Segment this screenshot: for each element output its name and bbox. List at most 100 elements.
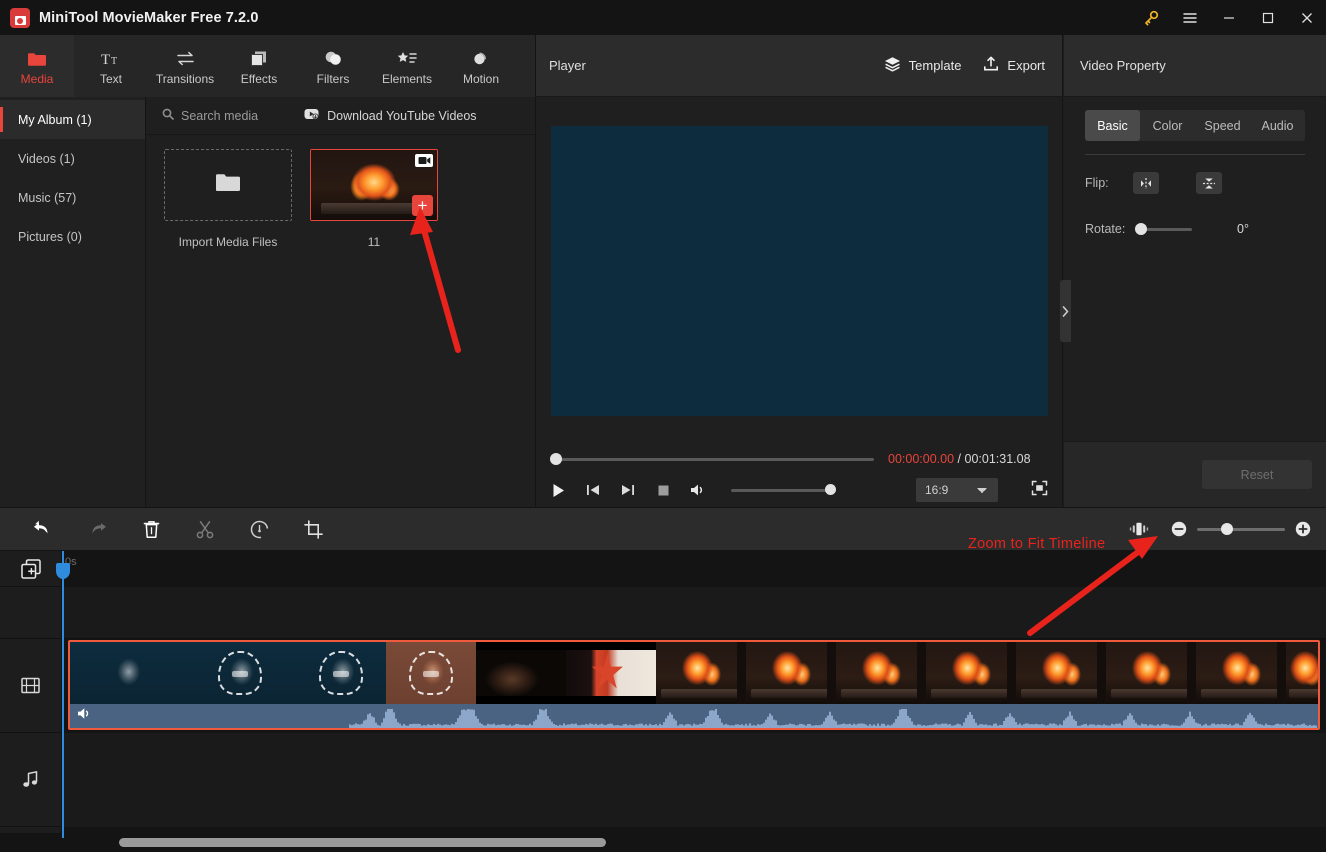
- media-item[interactable]: + 11: [310, 149, 438, 507]
- chevron-right-icon[interactable]: [1060, 280, 1071, 342]
- music-track-icon[interactable]: [0, 733, 61, 827]
- clip-audio-waveform[interactable]: [70, 704, 1318, 728]
- play-icon[interactable]: [550, 482, 566, 498]
- template-button[interactable]: Template: [884, 56, 961, 75]
- nav-item-media[interactable]: Media: [0, 35, 74, 97]
- music-track[interactable]: [62, 733, 1326, 827]
- video-preview-canvas[interactable]: [550, 125, 1048, 416]
- reset-button[interactable]: Reset: [1202, 460, 1312, 489]
- subtitle-track[interactable]: [62, 587, 1326, 639]
- nav-item-motion[interactable]: Motion: [444, 35, 518, 97]
- timeline-hscroll-thumb[interactable]: [119, 838, 606, 847]
- undo-arrow-icon[interactable]: [16, 507, 70, 551]
- volume-slider[interactable]: [731, 484, 836, 495]
- plus-circle-icon[interactable]: [1294, 520, 1312, 538]
- volume-icon[interactable]: [690, 482, 706, 498]
- letterbox-bar: [476, 696, 566, 704]
- nav-item-transitions[interactable]: Transitions: [148, 35, 222, 97]
- add-track-icon[interactable]: [0, 551, 61, 587]
- rotate-row: Rotate: 0°: [1085, 222, 1326, 236]
- speaker-icon[interactable]: [77, 707, 92, 725]
- crop-icon[interactable]: [286, 507, 340, 551]
- playhead-handle[interactable]: [56, 563, 70, 579]
- export-button[interactable]: Export: [983, 56, 1045, 75]
- timeline-zoom-handle[interactable]: [1221, 523, 1233, 535]
- import-drop-zone[interactable]: [164, 149, 292, 221]
- frame-detail: [737, 642, 746, 704]
- nav-item-label: Text: [99, 71, 122, 86]
- seek-slider-handle[interactable]: [550, 453, 562, 465]
- aspect-ratio-select[interactable]: 16:99:164:31:121:9: [916, 478, 998, 502]
- media-grid: Import Media Files + 11: [146, 135, 535, 507]
- tab-label: Speed: [1204, 118, 1241, 133]
- frame-overlay-leaf: [333, 671, 349, 678]
- timeline-clip-group[interactable]: [68, 640, 1320, 730]
- filters-icon: [323, 47, 343, 67]
- rotate-value: 0°: [1237, 222, 1249, 236]
- sidebar-item-pictures[interactable]: Pictures (0): [0, 217, 145, 256]
- transitions-icon: [175, 47, 196, 67]
- nav-item-elements[interactable]: Elements: [370, 35, 444, 97]
- hamburger-menu-icon[interactable]: [1170, 0, 1209, 35]
- nav-item-filters[interactable]: Filters: [296, 35, 370, 97]
- frame-overlay-leaf: [231, 671, 248, 678]
- tab-speed[interactable]: Speed: [1195, 110, 1250, 141]
- next-frame-icon[interactable]: [620, 482, 636, 498]
- timeline: 0s: [0, 551, 1326, 852]
- media-pane: My Album (1) Videos (1) Music (57) Pictu…: [0, 97, 535, 507]
- import-media-tile[interactable]: Import Media Files: [164, 149, 292, 507]
- flip-horizontal-icon[interactable]: [1133, 172, 1159, 194]
- previous-frame-icon[interactable]: [585, 482, 601, 498]
- frame-detail: [591, 653, 623, 689]
- tab-label: Color: [1152, 118, 1183, 133]
- flip-row: Flip:: [1085, 172, 1326, 194]
- letterbox-bar: [566, 696, 656, 704]
- video-track[interactable]: [62, 639, 1326, 733]
- seek-slider[interactable]: [550, 453, 874, 465]
- tab-basic[interactable]: Basic: [1085, 110, 1140, 141]
- nav-item-label: Motion: [462, 71, 500, 86]
- waveform-graphic: [349, 709, 1317, 728]
- search-input[interactable]: Search media: [162, 108, 258, 123]
- nav-item-label: Media: [20, 71, 54, 86]
- key-icon[interactable]: [1131, 0, 1170, 35]
- rotate-slider[interactable]: [1135, 223, 1192, 235]
- media-thumbnail[interactable]: +: [310, 149, 438, 221]
- scissors-icon[interactable]: [178, 507, 232, 551]
- timeline-tracks: [62, 587, 1326, 833]
- tab-audio[interactable]: Audio: [1250, 110, 1305, 141]
- volume-slider-handle[interactable]: [825, 484, 836, 495]
- sidebar-item-my-album[interactable]: My Album (1): [0, 100, 145, 139]
- minimize-icon[interactable]: [1209, 0, 1248, 35]
- timeline-zoom-slider[interactable]: [1197, 523, 1285, 535]
- nav-item-text[interactable]: TT Text: [74, 35, 148, 97]
- download-youtube-button[interactable]: Download YouTube Videos: [304, 108, 477, 123]
- media-item-caption: 11: [367, 235, 381, 249]
- sidebar-item-videos[interactable]: Videos (1): [0, 139, 145, 178]
- trash-icon[interactable]: [124, 507, 178, 551]
- flip-vertical-icon[interactable]: [1196, 172, 1222, 194]
- rotate-slider-handle[interactable]: [1135, 223, 1147, 235]
- close-icon[interactable]: [1287, 0, 1326, 35]
- property-title: Video Property: [1080, 58, 1166, 73]
- tab-color[interactable]: Color: [1140, 110, 1195, 141]
- zoom-to-fit-icon[interactable]: [1122, 512, 1156, 546]
- sidebar-item-label: Videos (1): [18, 151, 75, 166]
- nav-item-effects[interactable]: Effects: [222, 35, 296, 97]
- speedometer-icon[interactable]: [232, 507, 286, 551]
- video-track-icon[interactable]: [0, 639, 61, 733]
- sidebar-item-music[interactable]: Music (57): [0, 178, 145, 217]
- stop-icon[interactable]: [655, 482, 671, 498]
- window-title: MiniTool MovieMaker Free 7.2.0: [39, 9, 259, 26]
- minus-circle-icon[interactable]: [1170, 520, 1188, 538]
- sidebar-item-label: Pictures (0): [18, 229, 82, 244]
- import-tile-label: Import Media Files: [178, 235, 278, 249]
- nav-item-label: Elements: [381, 71, 433, 86]
- fullscreen-icon[interactable]: [1031, 480, 1048, 501]
- timeline-ruler[interactable]: 0s: [62, 551, 1326, 587]
- redo-arrow-icon[interactable]: [70, 507, 124, 551]
- search-placeholder-text: Search media: [181, 108, 259, 123]
- maximize-icon[interactable]: [1248, 0, 1287, 35]
- add-to-timeline-button[interactable]: +: [412, 195, 433, 216]
- timeline-playhead[interactable]: [56, 551, 70, 838]
